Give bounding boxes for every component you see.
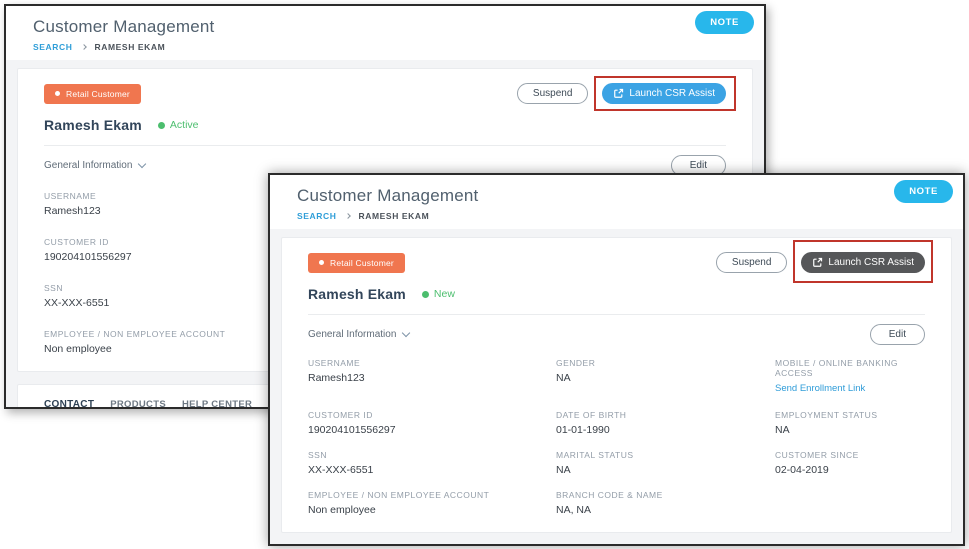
field-date-of-birth: DATE OF BIRTH 01-01-1990 xyxy=(556,410,775,436)
suspend-button[interactable]: Suspend xyxy=(517,83,588,104)
field-value: 02-04-2019 xyxy=(775,464,925,476)
tab-contact[interactable]: CONTACT xyxy=(44,399,94,409)
field-value: NA, NA xyxy=(556,504,775,516)
chevron-right-icon xyxy=(81,44,87,50)
page-body-front: Retail Customer Suspend xyxy=(270,229,963,544)
field-value: XX-XXX-6551 xyxy=(308,464,556,476)
launch-csr-wrap: Launch CSR Assist xyxy=(801,252,925,273)
header-back: Customer Management SEARCH RAMESH EKAM N… xyxy=(6,6,764,60)
breadcrumb-search-link[interactable]: SEARCH xyxy=(297,211,337,221)
chevron-down-icon xyxy=(138,160,146,168)
field-gender: GENDER NA xyxy=(556,358,775,396)
field-value: Non employee xyxy=(308,504,556,516)
customer-name-row: Ramesh Ekam New xyxy=(308,286,925,302)
section-title: General Information xyxy=(44,160,132,171)
breadcrumb-current: RAMESH EKAM xyxy=(95,42,166,52)
badge-dot-icon xyxy=(55,91,60,96)
breadcrumb-search-link[interactable]: SEARCH xyxy=(33,42,73,52)
launch-csr-label: Launch CSR Assist xyxy=(629,88,715,99)
field-label: GENDER xyxy=(556,358,775,368)
chevron-down-icon xyxy=(402,329,410,337)
field-marital-status: MARITAL STATUS NA xyxy=(556,450,775,476)
field-label: USERNAME xyxy=(308,358,556,368)
field-username: USERNAME Ramesh123 xyxy=(308,358,556,396)
customer-type-badge: Retail Customer xyxy=(308,253,405,273)
chevron-right-icon xyxy=(345,213,351,219)
customer-name: Ramesh Ekam xyxy=(44,117,142,133)
badge-row: Retail Customer Suspend xyxy=(44,83,726,104)
field-ssn: SSN XX-XXX-6551 xyxy=(308,450,556,476)
action-buttons: Suspend Launch CSR Assist xyxy=(716,252,925,273)
field-label: CUSTOMER ID xyxy=(308,410,556,420)
tab-help-center[interactable]: HELP CENTER xyxy=(182,399,252,409)
breadcrumb-current: RAMESH EKAM xyxy=(359,211,430,221)
launch-csr-wrap: Launch CSR Assist xyxy=(602,83,726,104)
field-label: MARITAL STATUS xyxy=(556,450,775,460)
send-enrollment-link[interactable]: Send Enrollment Link xyxy=(775,383,865,394)
status-text: Active xyxy=(170,119,199,131)
field-value: NA xyxy=(775,424,925,436)
field-customer-since: CUSTOMER SINCE 02-04-2019 xyxy=(775,450,925,476)
field-branch-code-name: BRANCH CODE & NAME NA, NA xyxy=(556,490,775,516)
field-label: DATE OF BIRTH xyxy=(556,410,775,420)
external-link-icon xyxy=(812,257,823,268)
status-text: New xyxy=(434,288,455,300)
window-front: Customer Management SEARCH RAMESH EKAM N… xyxy=(268,173,965,546)
field-customer-id: CUSTOMER ID 190204101556297 xyxy=(308,410,556,436)
status-badge: New xyxy=(422,288,455,300)
field-value: 190204101556297 xyxy=(308,424,556,436)
field-employment-status: EMPLOYMENT STATUS NA xyxy=(775,410,925,436)
field-label: MOBILE / ONLINE BANKING ACCESS xyxy=(775,358,925,378)
note-button[interactable]: NOTE xyxy=(695,11,754,34)
tab-products[interactable]: PRODUCTS xyxy=(110,399,166,409)
field-label: SSN xyxy=(308,450,556,460)
section-title: General Information xyxy=(308,329,396,340)
customer-type-label: Retail Customer xyxy=(66,89,130,99)
suspend-button[interactable]: Suspend xyxy=(716,252,787,273)
field-value: NA xyxy=(556,464,775,476)
launch-csr-label: Launch CSR Assist xyxy=(828,257,914,268)
breadcrumb: SEARCH RAMESH EKAM xyxy=(33,42,764,52)
customer-type-label: Retail Customer xyxy=(330,258,394,268)
field-label: EMPLOYMENT STATUS xyxy=(775,410,925,420)
field-value: Ramesh123 xyxy=(308,372,556,384)
launch-csr-assist-button[interactable]: Launch CSR Assist xyxy=(602,83,726,104)
field-value: 01-01-1990 xyxy=(556,424,775,436)
external-link-icon xyxy=(613,88,624,99)
status-dot-icon xyxy=(158,122,165,129)
page-title: Customer Management xyxy=(297,186,963,206)
section-row: General Information Edit xyxy=(308,315,925,356)
customer-info-card: Retail Customer Suspend xyxy=(281,237,952,533)
field-label: BRANCH CODE & NAME xyxy=(556,490,775,500)
status-badge: Active xyxy=(158,119,199,131)
customer-name-row: Ramesh Ekam Active xyxy=(44,117,726,133)
header-front: Customer Management SEARCH RAMESH EKAM N… xyxy=(270,175,963,229)
general-information-toggle[interactable]: General Information xyxy=(44,160,145,171)
field-value: NA xyxy=(556,372,775,384)
badge-dot-icon xyxy=(319,260,324,265)
field-label: EMPLOYEE / NON EMPLOYEE ACCOUNT xyxy=(308,490,556,500)
edit-button[interactable]: Edit xyxy=(870,324,925,345)
fields-grid: USERNAME Ramesh123 GENDER NA MOBILE / ON… xyxy=(308,358,925,516)
breadcrumb: SEARCH RAMESH EKAM xyxy=(297,211,963,221)
status-dot-icon xyxy=(422,291,429,298)
note-button[interactable]: NOTE xyxy=(894,180,953,203)
customer-name: Ramesh Ekam xyxy=(308,286,406,302)
field-employee-account: EMPLOYEE / NON EMPLOYEE ACCOUNT Non empl… xyxy=(308,490,556,516)
field-mobile-online-banking-access: MOBILE / ONLINE BANKING ACCESS Send Enro… xyxy=(775,358,925,396)
screenshot-stage: Customer Management SEARCH RAMESH EKAM N… xyxy=(0,0,969,549)
page-title: Customer Management xyxy=(33,17,764,37)
action-buttons: Suspend Launch CSR Assist xyxy=(517,83,726,104)
customer-type-badge: Retail Customer xyxy=(44,84,141,104)
launch-csr-assist-button[interactable]: Launch CSR Assist xyxy=(801,252,925,273)
field-label: CUSTOMER SINCE xyxy=(775,450,925,460)
general-information-toggle[interactable]: General Information xyxy=(308,329,409,340)
badge-row: Retail Customer Suspend xyxy=(308,252,925,273)
